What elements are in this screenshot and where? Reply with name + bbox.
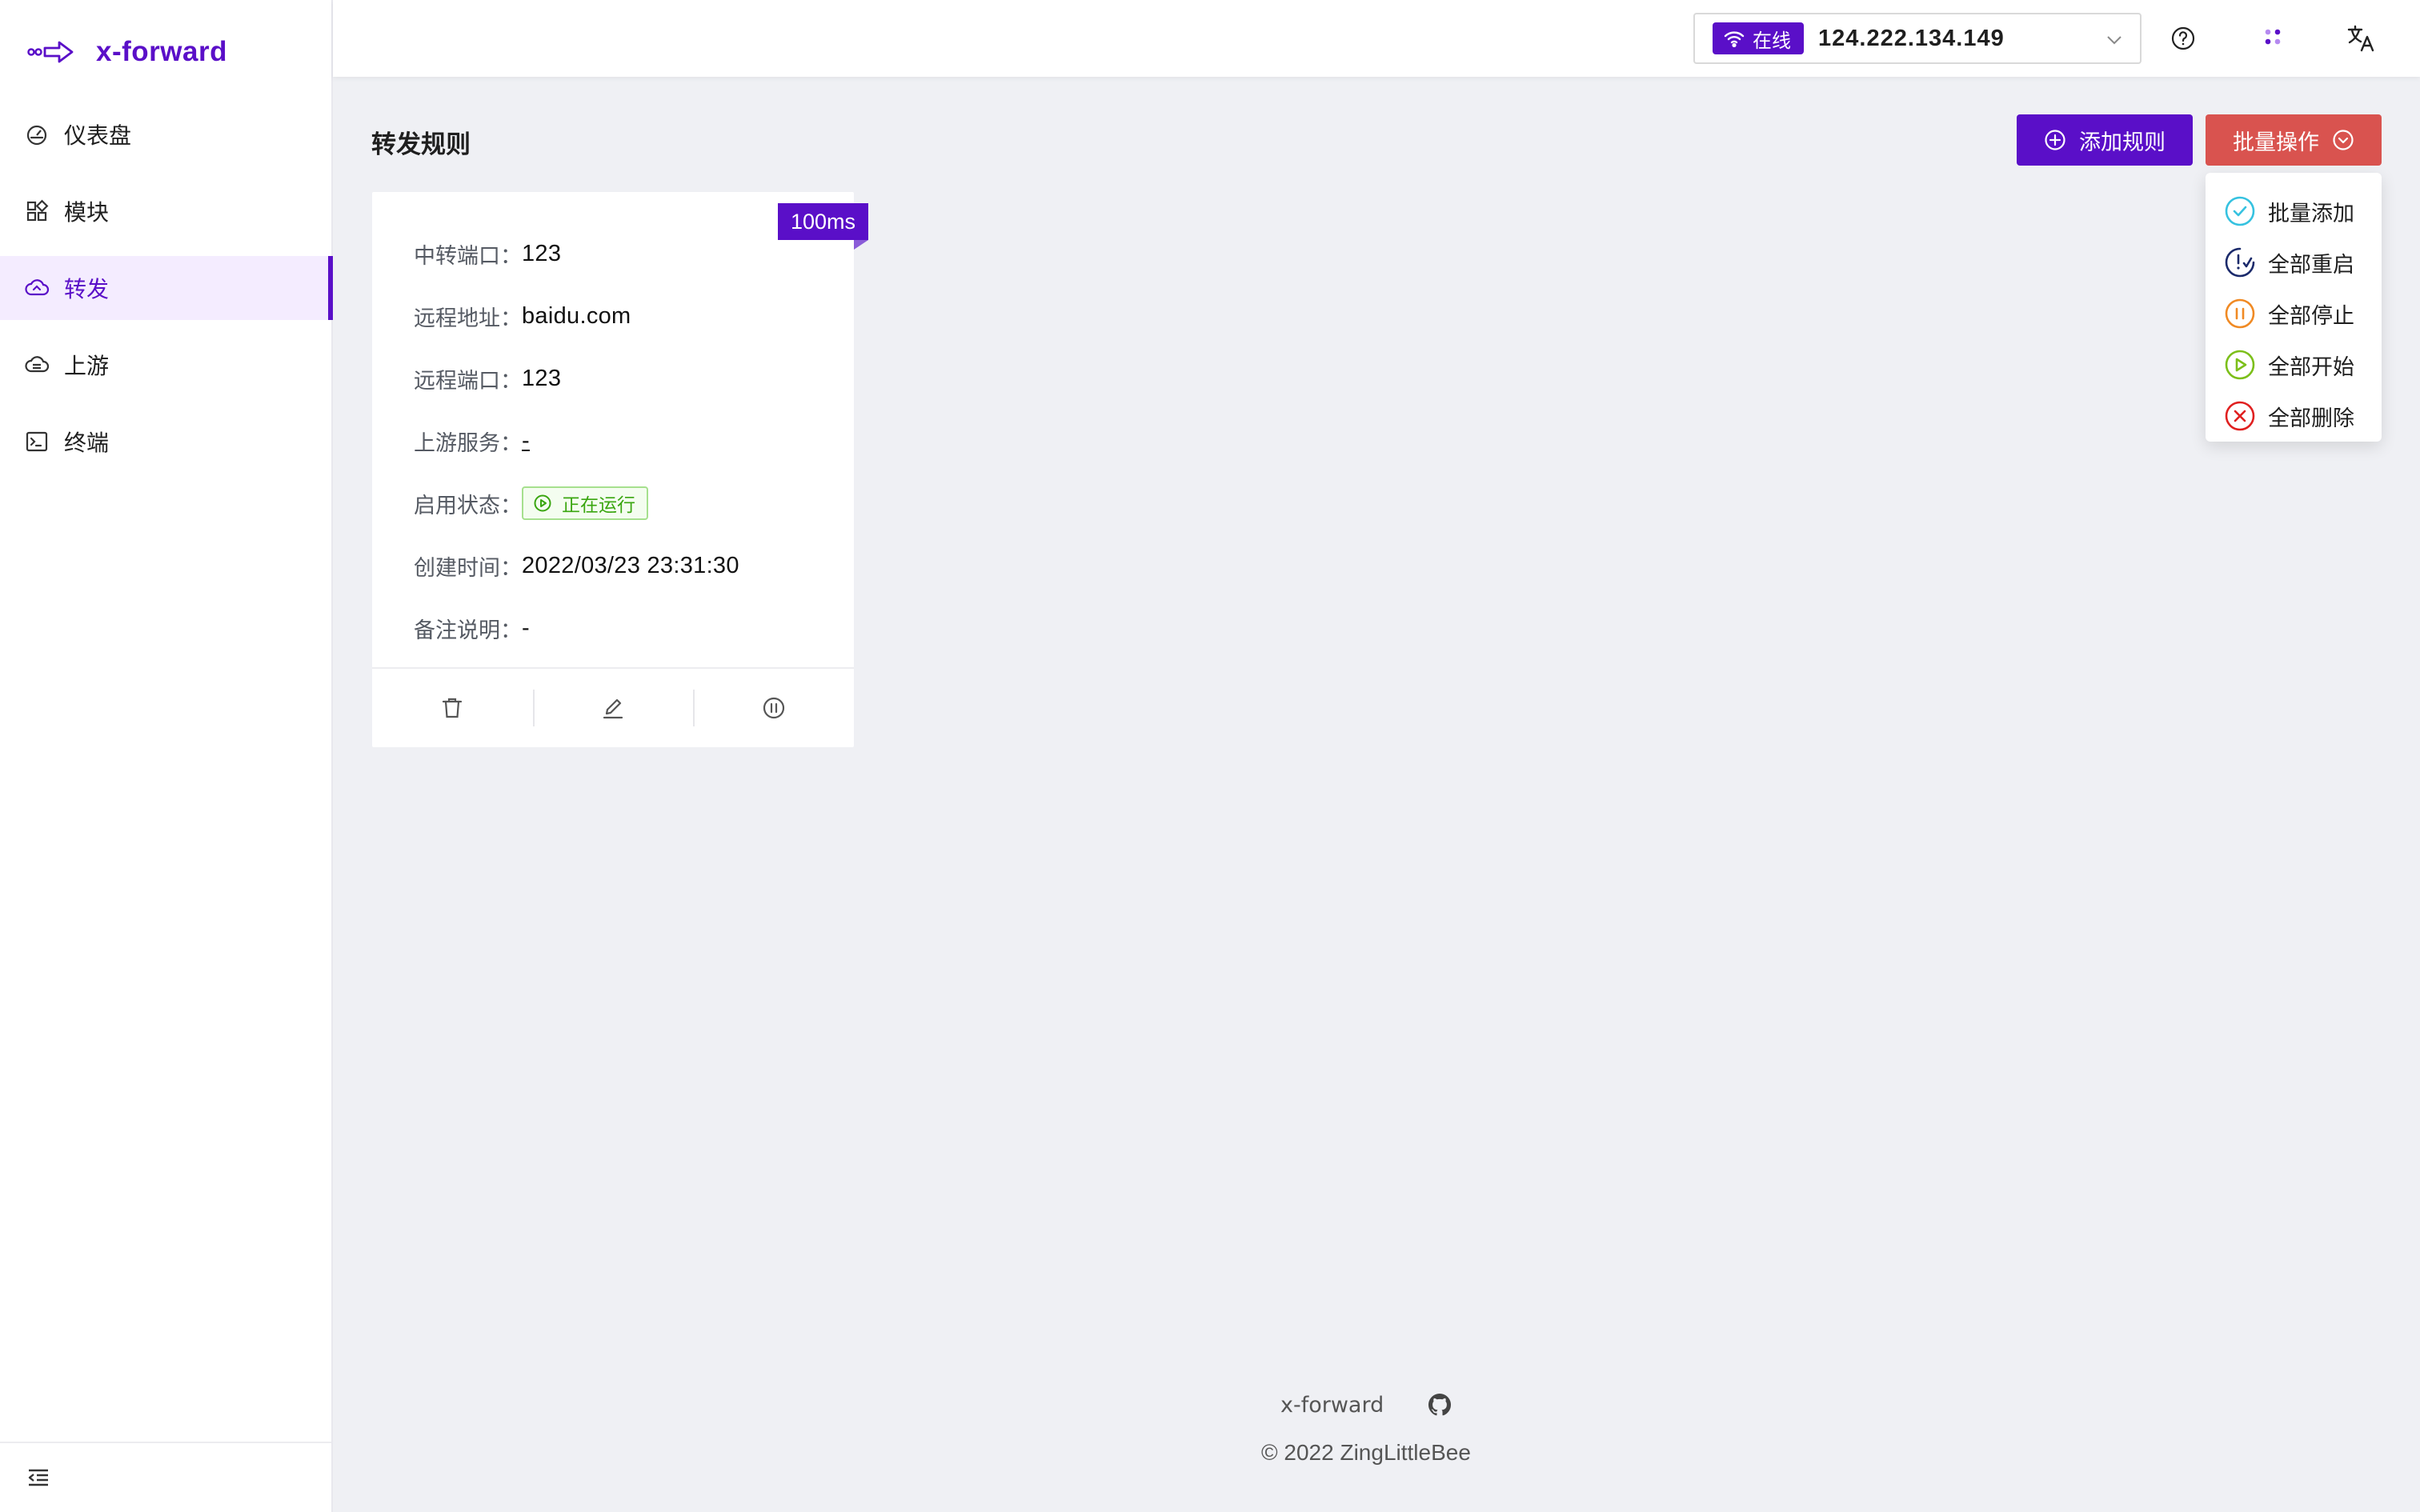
collapse-icon[interactable] [26, 1465, 51, 1490]
page-title: 转发规则 [371, 130, 471, 159]
created-row: 创建时间： 2022/03/23 23:31:30 [414, 534, 739, 597]
server-ip: 124.222.134.149 [1818, 25, 2005, 51]
sidebar-item-modules[interactable]: 模块 [0, 179, 333, 243]
chevron-down-icon [2105, 30, 2124, 50]
online-status-badge: 在线 [1713, 22, 1804, 54]
relay-port-row: 中转端口： 123 [414, 222, 739, 285]
remote-address-label: 远程地址： [414, 306, 522, 331]
status-badge: 正在运行 [522, 486, 648, 520]
play-circle-icon [2223, 348, 2257, 382]
chevron-down-circle-icon [2332, 129, 2354, 151]
edit-rule-button[interactable] [532, 669, 694, 747]
logo-arrow-icon [27, 39, 75, 65]
sidebar-item-label: 终端 [64, 430, 110, 456]
pause-rule-button[interactable] [693, 669, 854, 747]
modules-icon [24, 198, 50, 224]
sidebar-item-forward[interactable]: 转发 [0, 256, 333, 320]
close-circle-icon [2223, 399, 2257, 433]
sidebar-nav: 仪表盘 模块 转发 上游 终端 [0, 102, 333, 486]
relay-port-label: 中转端口： [414, 243, 522, 269]
note-label: 备注说明： [414, 618, 522, 643]
menu-item-label: 全部停止 [2268, 303, 2354, 329]
menu-item-start-all[interactable]: 全部开始 [2206, 339, 2382, 390]
github-icon[interactable] [1427, 1392, 1452, 1418]
add-rule-button[interactable]: 添加规则 [2017, 114, 2193, 166]
sidebar: x-forward 仪表盘 模块 转发 上游 终端 [0, 0, 333, 1512]
rule-details: 中转端口： 123 远程地址： baidu.com 远程端口： 123 上游服务… [414, 222, 739, 659]
batch-actions-menu: 批量添加 全部重启 全部停止 全部开始 全部删除 [2206, 173, 2382, 442]
delete-icon [439, 695, 465, 721]
menu-item-delete-all[interactable]: 全部删除 [2206, 390, 2382, 442]
online-status-label: 在线 [1753, 29, 1791, 52]
forward-icon [24, 275, 50, 301]
plus-circle-icon [2044, 129, 2066, 151]
latency-badge: 100ms [777, 203, 868, 240]
translate-icon[interactable] [2345, 22, 2377, 54]
help-icon[interactable] [2167, 22, 2199, 54]
copyright-text: © 2022 ZingLittleBee [1261, 1440, 1471, 1465]
wifi-icon [1724, 30, 1745, 47]
play-circle-icon [533, 494, 552, 513]
sidebar-item-label: 上游 [64, 353, 110, 379]
upstream-row: 上游服务： - [414, 410, 739, 472]
sidebar-item-terminal[interactable]: 终端 [0, 410, 333, 474]
remote-address-value: baidu.com [522, 302, 631, 329]
status-text: 正在运行 [562, 495, 635, 516]
batch-actions-label: 批量操作 [2233, 130, 2319, 155]
upstream-label: 上游服务： [414, 430, 522, 456]
sidebar-item-upstream[interactable]: 上游 [0, 333, 333, 397]
footer-links: x-forward [1280, 1392, 1452, 1418]
created-label: 创建时间： [414, 555, 522, 581]
status-row: 启用状态： 正在运行 [414, 472, 739, 534]
terminal-icon [24, 429, 50, 454]
pause-circle-icon [2223, 297, 2257, 330]
remote-port-value: 123 [522, 365, 562, 391]
pause-icon [761, 695, 787, 721]
check-circle-icon [2223, 194, 2257, 228]
menu-item-batch-add[interactable]: 批量添加 [2206, 186, 2382, 237]
sidebar-item-label: 模块 [64, 199, 110, 226]
sidebar-item-label: 转发 [64, 276, 110, 302]
note-row: 备注说明： - [414, 597, 739, 659]
menu-item-label: 全部重启 [2268, 252, 2354, 278]
latency-badge-fold [854, 240, 868, 250]
menu-item-label: 批量添加 [2268, 201, 2354, 226]
brand[interactable]: x-forward [27, 29, 227, 75]
edit-icon [600, 695, 626, 721]
status-label: 启用状态： [414, 493, 522, 518]
sidebar-item-dashboard[interactable]: 仪表盘 [0, 102, 333, 166]
remote-port-row: 远程端口： 123 [414, 347, 739, 410]
restart-icon [2223, 246, 2257, 279]
menu-item-label: 全部开始 [2268, 354, 2354, 380]
remote-address-row: 远程地址： baidu.com [414, 285, 739, 347]
menu-item-label: 全部删除 [2268, 406, 2354, 431]
dashboard-icon [24, 122, 50, 147]
rule-card-actions [372, 667, 854, 747]
note-value: - [522, 614, 530, 641]
server-select[interactable]: 在线 124.222.134.149 [1693, 13, 2142, 64]
theme-icon[interactable] [2257, 22, 2289, 54]
delete-rule-button[interactable] [372, 669, 533, 747]
batch-actions-button[interactable]: 批量操作 [2206, 114, 2382, 166]
rule-card: 100ms 中转端口： 123 远程地址： baidu.com 远程端口： 12… [372, 192, 868, 747]
top-header: 在线 124.222.134.149 [333, 0, 2420, 77]
footer-app-name: x-forward [1280, 1392, 1384, 1418]
menu-item-stop-all[interactable]: 全部停止 [2206, 288, 2382, 339]
remote-port-label: 远程端口： [414, 368, 522, 394]
created-value: 2022/03/23 23:31:30 [522, 552, 739, 578]
sidebar-item-label: 仪表盘 [64, 122, 132, 149]
add-rule-label: 添加规则 [2079, 130, 2166, 155]
upstream-link[interactable]: - [522, 428, 530, 454]
menu-item-restart-all[interactable]: 全部重启 [2206, 237, 2382, 288]
sidebar-footer [0, 1442, 331, 1512]
upstream-icon [24, 352, 50, 378]
relay-port-value: 123 [522, 240, 562, 266]
brand-name: x-forward [96, 36, 227, 67]
